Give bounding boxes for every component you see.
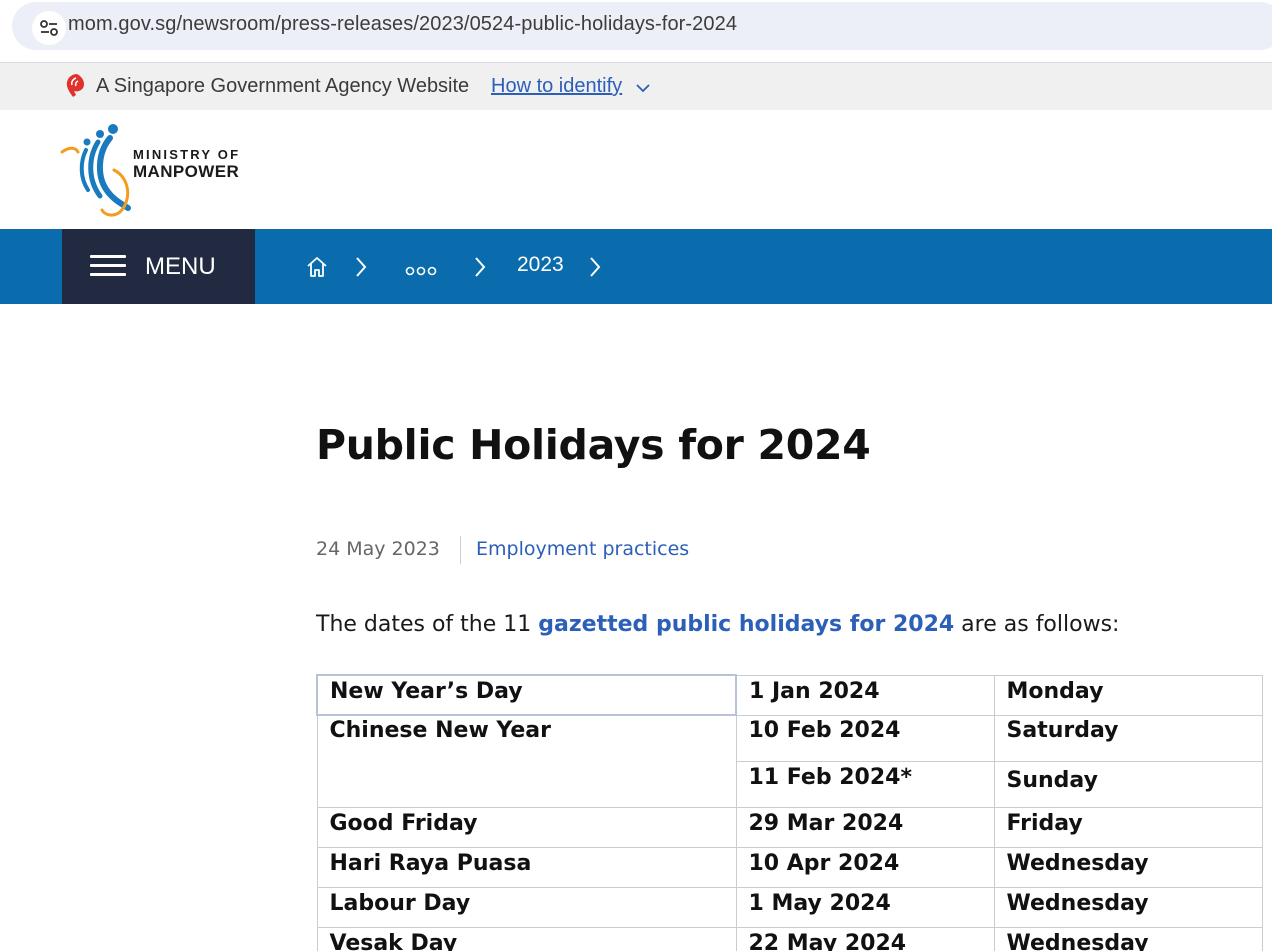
meta-divider [460,536,461,564]
holiday-date-cell: 29 Mar 2024 [735,806,995,848]
gov-masthead: A Singapore Government Agency Website Ho… [0,62,1272,110]
holiday-date-cell: 11 Feb 2024* [735,760,995,808]
table-row: Chinese New Year 10 Feb 2024 Saturday [316,714,1263,808]
holiday-day-cell: Monday [993,674,1263,716]
holiday-date-cell: 1 May 2024 [735,886,995,928]
holiday-day-cell: Saturday [993,714,1263,762]
holidays-table: New Year’s Day 1 Jan 2024 Monday Chinese… [316,674,1263,951]
masthead-text: A Singapore Government Agency Website [96,75,470,97]
publish-date: 24 May 2023 [316,538,440,560]
chevron-down-icon[interactable] [636,83,650,93]
holiday-name-cell: New Year’s Day [316,674,737,716]
holiday-name-cell: Good Friday [316,806,737,848]
holiday-name-cell: Vesak Day [316,926,737,951]
chevron-right-icon [475,257,486,277]
table-row: Good Friday 29 Mar 2024 Friday [316,806,1263,848]
holiday-day-cell: Friday [993,806,1263,848]
holiday-day-cell: Sunday [993,760,1263,808]
holiday-date-cell: 1 Jan 2024 [735,674,995,716]
holiday-name-cell: Hari Raya Puasa [316,846,737,888]
holiday-name-cell: Labour Day [316,886,737,928]
intro-text-before: The dates of the 11 [316,612,539,637]
logo-text-manpower: MANPOWER [133,162,240,181]
holiday-date-cell: 10 Apr 2024 [735,846,995,888]
ellipsis-icon [405,266,437,276]
chevron-right-icon [356,257,367,277]
holiday-date-cell: 22 May 2024 [735,926,995,951]
browser-url-bar: mom.gov.sg/newsroom/press-releases/2023/… [0,0,1272,54]
logo-text-ministry-of: MINISTRY OF [133,147,241,162]
page-title: Public Holidays for 2024 [316,421,871,469]
hamburger-icon [90,255,126,277]
site-info-icon[interactable] [32,11,66,45]
breadcrumb-year[interactable]: 2023 [517,253,564,277]
url-text[interactable]: mom.gov.sg/newsroom/press-releases/2023/… [68,13,737,36]
gazetted-holidays-link[interactable]: gazetted public holidays for 2024 [538,612,954,637]
intro-paragraph: The dates of the 11 gazetted public holi… [316,612,1119,637]
holiday-name-cell: Chinese New Year [316,714,737,808]
how-to-identify-link[interactable]: How to identify [491,75,622,98]
menu-button[interactable]: MENU [62,229,255,304]
chevron-right-icon [590,257,601,277]
holiday-date-cell: 10 Feb 2024 [735,714,995,762]
table-row: Hari Raya Puasa 10 Apr 2024 Wednesday [316,846,1263,888]
holiday-day-cell: Wednesday [993,886,1263,928]
table-row: New Year’s Day 1 Jan 2024 Monday [316,674,1263,716]
lion-head-icon [66,74,85,97]
main-nav-bar: MENU [0,229,1272,304]
menu-label: MENU [145,253,216,280]
intro-text-after: are as follows: [954,612,1120,637]
table-row: Vesak Day 22 May 2024 Wednesday [316,926,1263,951]
home-icon[interactable] [305,255,329,279]
holiday-day-cell: Wednesday [993,846,1263,888]
holiday-day-cell: Wednesday [993,926,1263,951]
table-row: Labour Day 1 May 2024 Wednesday [316,886,1263,928]
breadcrumb-ellipsis[interactable] [405,262,439,276]
category-tag-link[interactable]: Employment practices [476,538,689,560]
